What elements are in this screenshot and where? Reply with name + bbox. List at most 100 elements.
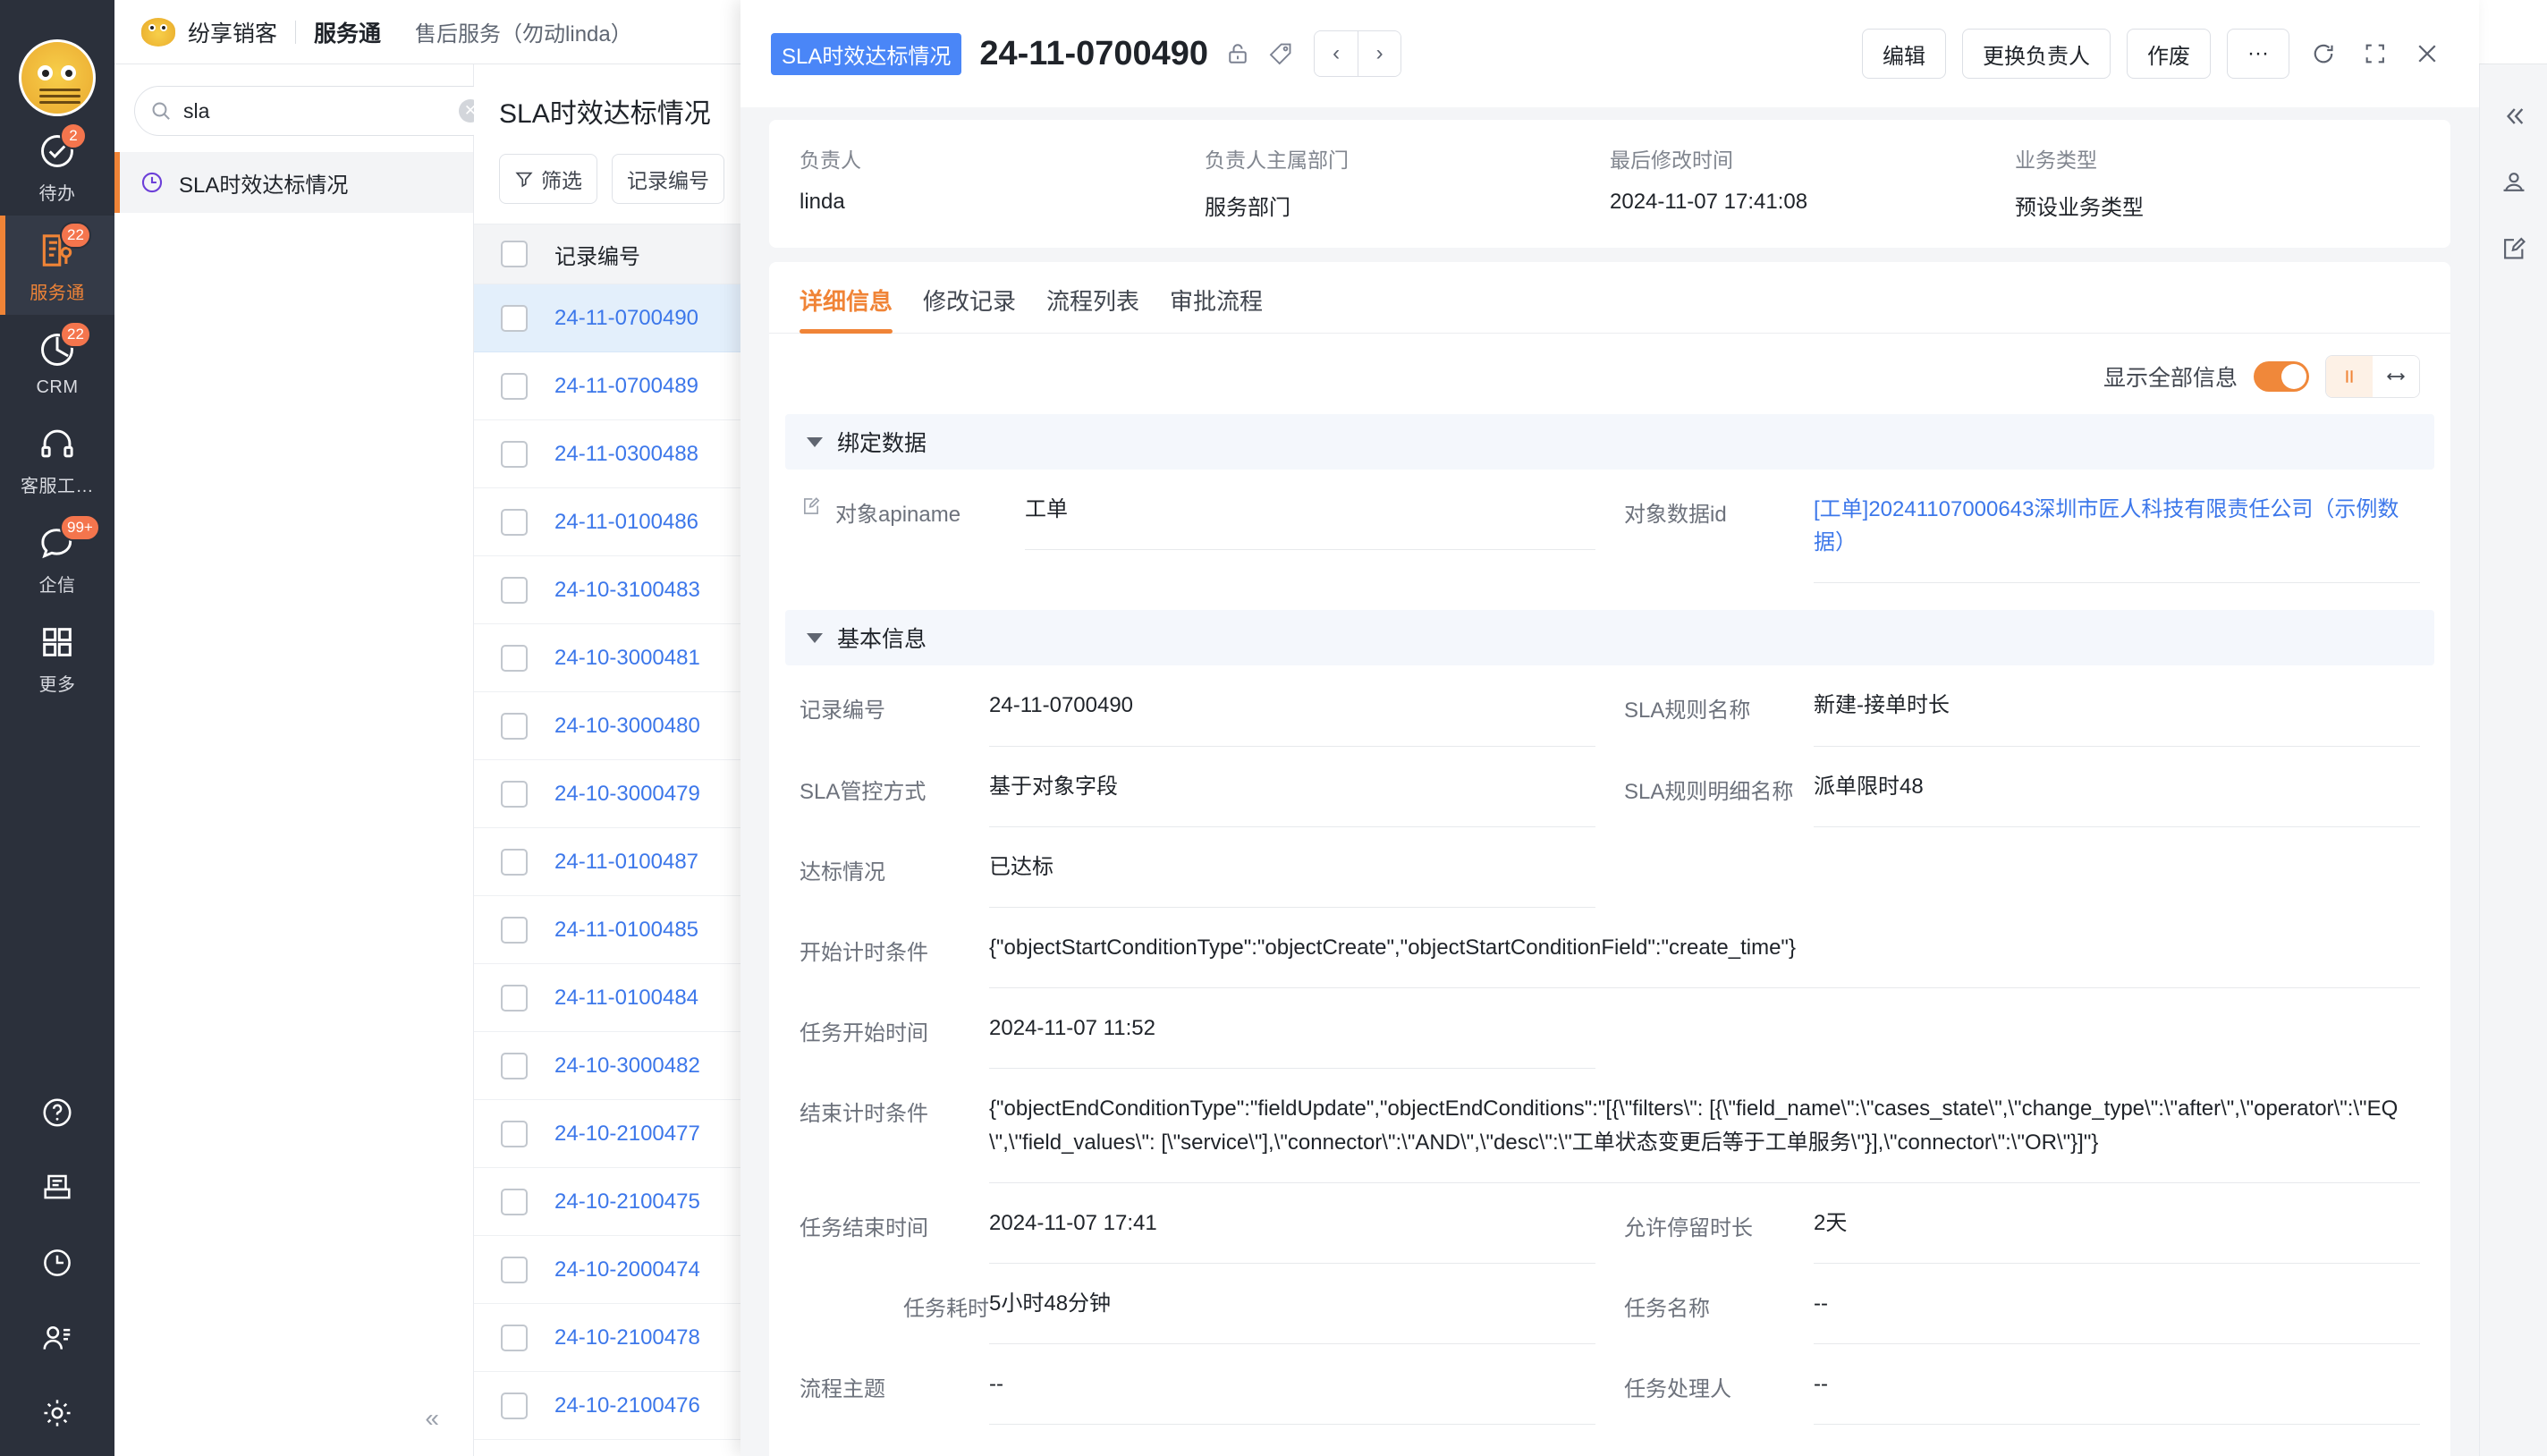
sidebar-item-service[interactable]: 22 服务通 [0, 216, 114, 315]
row-checkbox[interactable] [501, 304, 528, 332]
search-box[interactable]: ✕ [134, 86, 497, 136]
row-checkbox[interactable] [501, 1392, 528, 1419]
row-checkbox[interactable] [501, 644, 528, 672]
record-link[interactable]: 24-10-2100477 [554, 1122, 700, 1147]
record-link[interactable]: 24-10-2100475 [554, 1189, 700, 1215]
record-link[interactable]: 24-10-3100483 [554, 578, 700, 603]
table-row[interactable]: 24-10-2100477 [474, 1100, 742, 1168]
tab-0[interactable]: 详细信息 [800, 284, 893, 334]
record-link[interactable]: 24-10-2100476 [554, 1393, 700, 1418]
edit-field-icon[interactable] [800, 493, 823, 518]
field-cell: 对象数据id [工单]20241107000643深圳市匠人科技有限责任公司（示例… [1610, 470, 2434, 584]
arrows-horizontal-icon[interactable] [2373, 356, 2419, 397]
gear-icon[interactable] [38, 1393, 77, 1433]
row-checkbox[interactable] [501, 916, 528, 944]
edit-button[interactable]: 编辑 [1862, 29, 1947, 79]
change-owner-button[interactable]: 更换负责人 [1962, 29, 2111, 79]
collapse-left-panel-button[interactable]: « [425, 1404, 439, 1433]
record-link[interactable]: 24-10-3000482 [554, 1054, 700, 1079]
record-link[interactable]: 24-11-0100486 [554, 510, 698, 535]
row-checkbox[interactable] [501, 1324, 528, 1351]
record-link[interactable]: 24-11-0700490 [554, 306, 698, 331]
row-checkbox[interactable] [501, 712, 528, 740]
sort-button[interactable]: 记录编号 [612, 154, 724, 204]
row-checkbox[interactable] [501, 1188, 528, 1215]
prev-record-button[interactable]: ‹ [1315, 31, 1358, 76]
row-checkbox[interactable] [501, 1120, 528, 1147]
tab-3[interactable]: 审批流程 [1170, 284, 1263, 333]
filter-button[interactable]: 筛选 [499, 154, 597, 204]
row-checkbox[interactable] [501, 1052, 528, 1079]
row-checkbox[interactable] [501, 984, 528, 1012]
unlock-icon[interactable] [1224, 40, 1251, 67]
table-row[interactable]: 24-11-0700490 [474, 284, 742, 352]
void-button[interactable]: 作废 [2127, 29, 2212, 79]
avatar[interactable] [19, 39, 96, 116]
expand-icon[interactable] [2357, 36, 2393, 72]
table-row[interactable]: 24-10-3000482 [474, 1032, 742, 1100]
sidebar-item-messenger[interactable]: 99+ 企信 [0, 508, 114, 607]
table-row[interactable]: 24-10-2100476 [474, 1372, 742, 1440]
columns-icon[interactable] [2326, 356, 2373, 397]
record-link[interactable]: 24-11-0700489 [554, 374, 698, 399]
table-row[interactable]: 24-10-3100483 [474, 556, 742, 624]
table-row[interactable]: 24-11-0300488 [474, 420, 742, 488]
section-header[interactable]: 基本信息 [785, 610, 2434, 666]
contacts-icon[interactable] [38, 1318, 77, 1358]
table-row[interactable]: 24-10-2000474 [474, 1236, 742, 1304]
clock-icon[interactable] [38, 1243, 77, 1282]
record-link[interactable]: 24-10-3000480 [554, 714, 700, 739]
tab-2[interactable]: 流程列表 [1046, 284, 1139, 333]
row-checkbox[interactable] [501, 1256, 528, 1283]
table-row[interactable]: 24-10-2100478 [474, 1304, 742, 1372]
table-row[interactable]: 24-11-0100484 [474, 964, 742, 1032]
record-link[interactable]: 24-11-0300488 [554, 442, 698, 467]
select-all-checkbox[interactable] [501, 241, 528, 267]
table-row[interactable]: 24-10-1200473 [474, 1440, 742, 1456]
collapse-double-left-icon[interactable] [2500, 102, 2528, 131]
object-item-sla[interactable]: SLA时效达标情况 [114, 152, 473, 213]
team-icon[interactable] [2500, 168, 2528, 197]
note-edit-icon[interactable] [2500, 234, 2528, 263]
table-row[interactable]: 24-11-0700489 [474, 352, 742, 420]
record-link[interactable]: 24-11-0100487 [554, 850, 698, 875]
more-button[interactable]: ··· [2227, 29, 2289, 79]
table-row[interactable]: 24-11-0100485 [474, 896, 742, 964]
next-record-button[interactable]: › [1358, 31, 1401, 76]
topbar-tab-service[interactable]: 售后服务（勿动linda） [415, 16, 632, 47]
record-link[interactable]: 24-10-3000481 [554, 646, 700, 671]
record-link[interactable]: 24-10-3000479 [554, 782, 700, 807]
row-checkbox[interactable] [501, 576, 528, 604]
table-row[interactable]: 24-10-2100475 [474, 1168, 742, 1236]
row-checkbox[interactable] [501, 508, 528, 536]
record-link[interactable]: 24-10-2100478 [554, 1325, 700, 1350]
row-checkbox[interactable] [501, 372, 528, 400]
table-row[interactable]: 24-11-0100486 [474, 488, 742, 556]
row-checkbox[interactable] [501, 780, 528, 808]
record-link[interactable]: 24-11-0100485 [554, 918, 698, 943]
close-icon[interactable] [2409, 36, 2445, 72]
sidebar-item-todo[interactable]: 2 待办 [0, 116, 114, 216]
record-link[interactable]: 24-10-2000474 [554, 1257, 700, 1282]
section-header[interactable]: 绑定数据 [785, 414, 2434, 470]
record-link[interactable]: 24-11-0100484 [554, 986, 698, 1011]
row-checkbox[interactable] [501, 440, 528, 468]
tab-1[interactable]: 修改记录 [923, 284, 1016, 333]
show-all-toggle[interactable] [2254, 361, 2309, 392]
sidebar-item-crm[interactable]: 22 CRM [0, 315, 114, 409]
table-row[interactable]: 24-11-0100487 [474, 828, 742, 896]
sidebar-item-support[interactable]: 客服工… [0, 409, 114, 508]
row-checkbox[interactable] [501, 848, 528, 876]
table-row[interactable]: 24-10-3000479 [474, 760, 742, 828]
search-input[interactable] [183, 98, 448, 123]
refresh-icon[interactable] [2306, 36, 2341, 72]
table-row[interactable]: 24-10-3000481 [474, 624, 742, 692]
field-value-wrap: 2024-11-07 11:52 [989, 1012, 1595, 1070]
show-all-label: 显示全部信息 [2103, 366, 2238, 391]
help-icon[interactable] [38, 1093, 77, 1132]
inbox-icon[interactable] [38, 1168, 77, 1207]
sidebar-item-more[interactable]: 更多 [0, 607, 114, 707]
field-value[interactable]: [工单]20241107000643深圳市匠人科技有限责任公司（示例数据） [1814, 497, 2399, 554]
tag-icon[interactable] [1267, 40, 1294, 67]
table-row[interactable]: 24-10-3000480 [474, 692, 742, 760]
